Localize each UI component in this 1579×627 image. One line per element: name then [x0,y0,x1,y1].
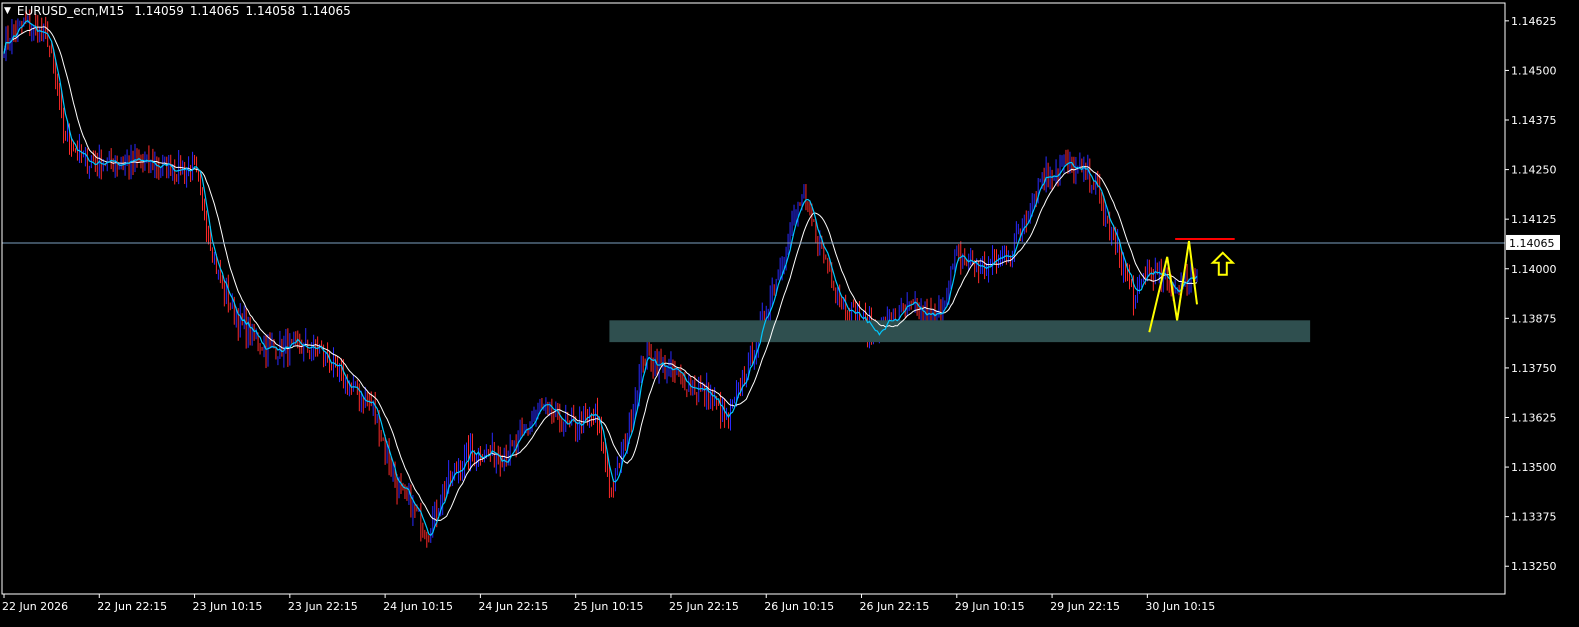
x-tick-label: 25 Jun 10:15 [574,600,644,613]
symbol-label: EURUSD_ecn,M15 [16,4,125,18]
y-tick-label: 1.14500 [1511,64,1557,77]
chart-header: ▼ EURUSD_ecn,M15 1.14059 1.14065 1.14058… [4,4,351,18]
x-tick-label: 29 Jun 10:15 [955,600,1025,613]
plot-frame [1,2,1506,595]
dropdown-triangle-icon[interactable]: ▼ [4,6,11,16]
y-tick-label: 1.14625 [1511,15,1557,28]
y-tick-label: 1.13375 [1511,511,1557,524]
x-tick-label: 26 Jun 22:15 [860,600,930,613]
chart-canvas[interactable]: 1.14625 1.14500 1.14375 1.14250 1.14125 1.140… [0,0,1579,623]
y-tick-label: 1.14000 [1511,263,1557,276]
x-tick-label: 26 Jun 10:15 [764,600,834,613]
price-chart[interactable]: 1.14625 1.14500 1.14375 1.14250 1.14125 1.140… [0,0,1579,623]
fast-moving-average [3,19,1198,537]
x-tick-label: 24 Jun 22:15 [478,600,548,613]
candlestick-series [3,9,1198,548]
x-tick-label: 24 Jun 10:15 [383,600,453,613]
current-price-label: 1.14065 [1509,237,1555,250]
y-tick-label: 1.14250 [1511,164,1557,177]
high-price: 1.14065 [189,4,240,18]
up-arrow-icon[interactable] [1210,251,1236,276]
support-zone[interactable] [609,320,1311,343]
x-tick-label: 22 Jun 22:15 [97,600,167,613]
x-tick-label: 23 Jun 10:15 [193,600,263,613]
open-price: 1.14059 [134,4,184,18]
y-tick-label: 1.14375 [1511,114,1557,127]
y-tick-label: 1.13875 [1511,312,1557,325]
y-tick-label: 1.13250 [1511,560,1557,573]
y-tick-label: 1.14125 [1511,213,1557,226]
x-tick-label: 25 Jun 22:15 [669,600,739,613]
low-price: 1.14058 [245,4,296,18]
moving-average-layer [3,19,1198,537]
slow-moving-average [3,26,1198,522]
x-tick-label: 29 Jun 22:15 [1050,600,1120,613]
x-tick-label: 23 Jun 22:15 [288,600,358,613]
x-tick-label: 22 Jun 2026 [2,600,68,613]
close-price: 1.14065 [301,4,351,18]
y-tick-label: 1.13750 [1511,362,1557,375]
support-zone-layer [609,320,1311,343]
y-tick-label: 1.13625 [1511,411,1557,424]
y-tick-label: 1.13500 [1511,461,1557,474]
x-tick-label: 30 Jun 10:15 [1145,600,1215,613]
